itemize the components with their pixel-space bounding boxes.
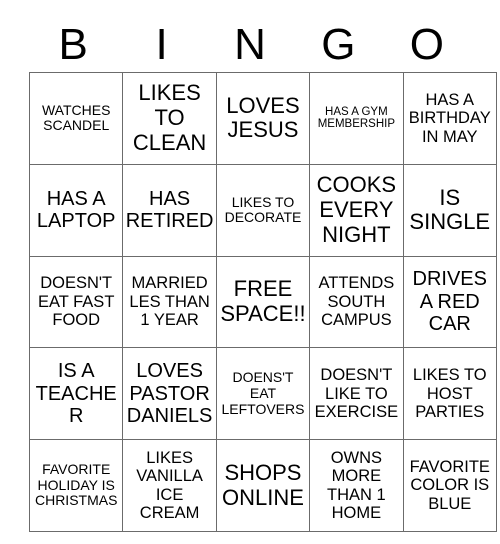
- bingo-cell-label: HAS RETIRED: [125, 187, 214, 233]
- bingo-cell[interactable]: DOENS'T EAT LEFTOVERS: [215, 347, 311, 441]
- bingo-cell-label: HAS A LAPTOP: [36, 187, 116, 233]
- bingo-cell[interactable]: LIKES TO HOST PARTIES: [402, 347, 497, 441]
- bingo-cell-label: COOKS EVERY NIGHT: [316, 172, 397, 247]
- bingo-cell[interactable]: HAS RETIRED: [122, 163, 217, 257]
- bingo-header-letter-n: N: [234, 20, 266, 69]
- bingo-row: DOESN'T EAT FAST FOOD MARRIED LES THAN 1…: [28, 255, 497, 349]
- bingo-cell[interactable]: OWNS MORE THAN 1 HOME: [309, 439, 404, 532]
- bingo-cell-label: IS A TEACHER: [35, 360, 117, 427]
- bingo-cell[interactable]: ATTENDS SOUTH CAMPUS: [309, 255, 404, 349]
- bingo-cell[interactable]: LIKES VANILLA ICE CREAM: [122, 439, 217, 532]
- bingo-cell[interactable]: IS SINGLE: [402, 163, 497, 257]
- bingo-cell-label: LIKES TO DECORATE: [224, 193, 302, 226]
- bingo-cell-label: DRIVES A RED CAR: [412, 268, 487, 336]
- bingo-cell-label: LIKES TO HOST PARTIES: [412, 366, 487, 422]
- bingo-row: HAS A LAPTOP HAS RETIRED LIKES TO DECORA…: [28, 163, 497, 257]
- bingo-cell[interactable]: HAS A BIRTHDAY IN MAY: [402, 72, 497, 165]
- bingo-cell-label: LIKES VANILLA ICE CREAM: [136, 448, 203, 523]
- bingo-cell-label: HAS A GYM MEMBERSHIP: [317, 105, 396, 131]
- bingo-header-letter-g: G: [321, 20, 356, 69]
- bingo-cell-label: DOESN'T LIKE TO EXERCISE: [314, 366, 399, 422]
- bingo-cell-label: LOVES JESUS: [226, 92, 300, 143]
- bingo-cell-label: SHOPS ONLINE: [222, 459, 304, 510]
- bingo-cell-label: MARRIED LES THAN 1 YEAR: [129, 274, 210, 330]
- bingo-cell[interactable]: LIKES TO CLEAN: [122, 72, 217, 165]
- bingo-cell-label: HAS A BIRTHDAY IN MAY: [408, 90, 491, 146]
- bingo-cell[interactable]: DOESN'T LIKE TO EXERCISE: [309, 347, 404, 441]
- bingo-header-letter-b: B: [58, 20, 88, 69]
- bingo-cell[interactable]: FAVORITE HOLIDAY IS CHRISTMAS: [28, 439, 124, 532]
- bingo-cell[interactable]: WATCHES SCANDEL: [28, 72, 124, 165]
- bingo-cell-label: FAVORITE HOLIDAY IS CHRISTMAS: [34, 461, 118, 509]
- bingo-header-letter-i: I: [155, 20, 168, 69]
- bingo-cell-label: IS SINGLE: [409, 184, 491, 235]
- bingo-cell-label: OWNS MORE THAN 1 HOME: [327, 448, 386, 523]
- bingo-cell[interactable]: DRIVES A RED CAR: [402, 255, 497, 349]
- bingo-row: FAVORITE HOLIDAY IS CHRISTMAS LIKES VANI…: [28, 439, 497, 532]
- bingo-cell[interactable]: MARRIED LES THAN 1 YEAR: [122, 255, 217, 349]
- bingo-cell[interactable]: LOVES JESUS: [215, 72, 311, 165]
- bingo-cell[interactable]: IS A TEACHER: [28, 347, 124, 441]
- bingo-header-letter-o: O: [409, 20, 444, 69]
- bingo-cell[interactable]: HAS A GYM MEMBERSHIP: [309, 72, 404, 165]
- bingo-cell[interactable]: DOESN'T EAT FAST FOOD: [28, 255, 124, 349]
- bingo-grid: WATCHES SCANDEL LIKES TO CLEAN LOVES JES…: [28, 72, 497, 532]
- bingo-card: B I N G O WATCHES SCANDEL LIKES TO CLEAN…: [0, 0, 500, 544]
- bingo-cell[interactable]: HAS A LAPTOP: [28, 163, 124, 257]
- bingo-cell-label: DOESN'T EAT FAST FOOD: [37, 274, 115, 330]
- bingo-cell[interactable]: FAVORITE COLOR IS BLUE: [402, 439, 497, 532]
- bingo-cell-free-space[interactable]: FREE SPACE!!: [215, 255, 311, 349]
- bingo-cell-label: FAVORITE COLOR IS BLUE: [409, 457, 490, 513]
- bingo-cell[interactable]: LOVES PASTOR DANIELS: [122, 347, 217, 441]
- bingo-cell[interactable]: COOKS EVERY NIGHT: [309, 163, 404, 257]
- bingo-row: WATCHES SCANDEL LIKES TO CLEAN LOVES JES…: [28, 72, 497, 165]
- bingo-cell-label: LOVES PASTOR DANIELS: [126, 360, 213, 427]
- bingo-cell-label: WATCHES SCANDEL: [41, 101, 111, 134]
- bingo-header-row: B I N G O: [29, 18, 471, 72]
- bingo-cell-label: DOENS'T EAT LEFTOVERS: [221, 369, 305, 417]
- bingo-cell-label: LIKES TO CLEAN: [132, 80, 207, 155]
- bingo-cell[interactable]: LIKES TO DECORATE: [215, 163, 311, 257]
- bingo-cell-label: ATTENDS SOUTH CAMPUS: [318, 274, 395, 330]
- bingo-cell[interactable]: SHOPS ONLINE: [215, 439, 311, 532]
- bingo-row: IS A TEACHER LOVES PASTOR DANIELS DOENS'…: [28, 347, 497, 441]
- bingo-cell-label: FREE SPACE!!: [220, 276, 306, 326]
